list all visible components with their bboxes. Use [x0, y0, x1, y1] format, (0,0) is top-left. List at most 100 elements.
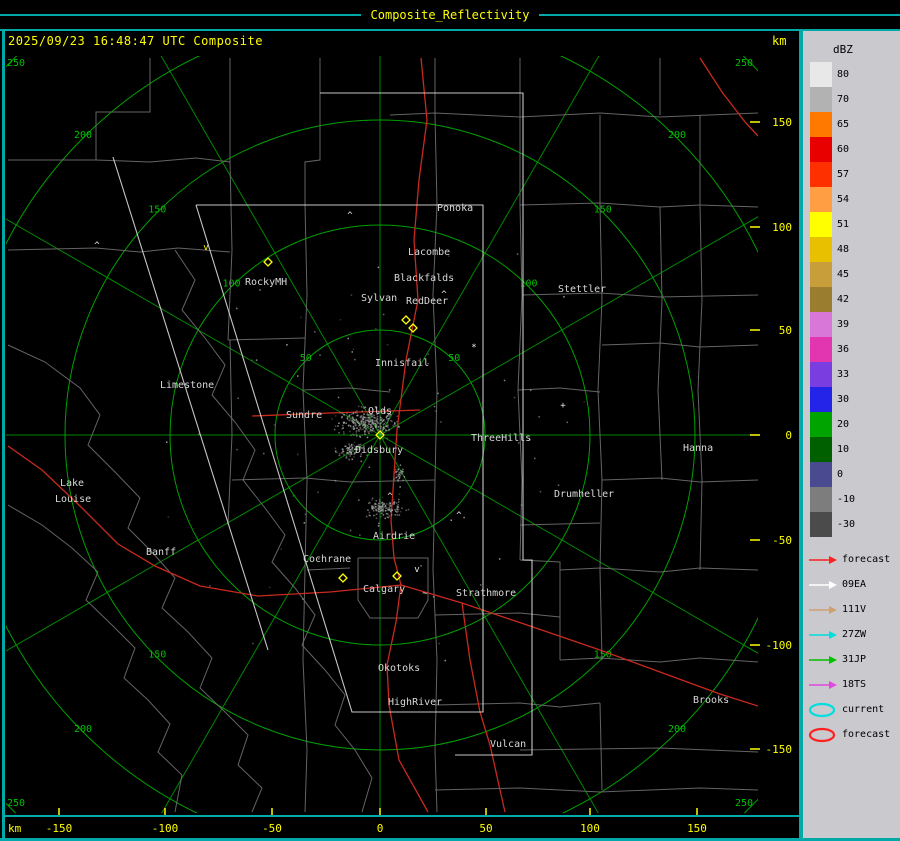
svg-text:250: 250 — [735, 58, 753, 69]
map-marker: ^ — [441, 290, 447, 300]
legend-label: 31JP — [842, 654, 867, 665]
city-label: ThreeHills — [471, 433, 531, 444]
colorbar-value: 33 — [837, 369, 850, 380]
city-label: Lacombe — [408, 247, 450, 258]
colorbar-swatch — [810, 412, 832, 437]
legend-item-111V: 111V — [803, 597, 900, 622]
colorbar-row: 48 — [803, 237, 900, 262]
legend-arrow-icon — [809, 555, 837, 564]
colorbar-swatch — [810, 87, 832, 112]
svg-text:200: 200 — [74, 130, 92, 141]
legend-ellipse-icon — [808, 727, 836, 742]
city-label: Strathmore — [456, 588, 516, 599]
legend-item-31JP: 31JP — [803, 647, 900, 672]
colorbar-title: dBZ — [833, 43, 853, 56]
city-label: Innisfail — [375, 358, 429, 369]
city-label: Ponoka — [437, 203, 473, 214]
colorbar-swatch — [810, 187, 832, 212]
colorbar-swatch — [810, 512, 832, 537]
colorbar-swatches: 80 70 65 60 57 54 51 48 45 42 39 36 33 30 20 10 0 -10 -30 — [803, 62, 900, 537]
colorbar-value: 70 — [837, 94, 850, 105]
colorbar-row: 54 — [803, 187, 900, 212]
city-label: Brooks — [693, 695, 729, 706]
colorbar-row: 42 — [803, 287, 900, 312]
x-axis-label: -100 — [152, 822, 179, 835]
legend-label: 18TS — [842, 679, 867, 690]
x-axis-label: -50 — [262, 822, 282, 835]
city-label: Limestone — [160, 380, 214, 391]
y-axis-label: -50 — [772, 534, 792, 547]
svg-text:250: 250 — [7, 58, 25, 69]
colorbar-swatch — [810, 287, 832, 312]
colorbar-row: 65 — [803, 112, 900, 137]
colorbar-swatch — [810, 337, 832, 362]
colorbar-row: 80 — [803, 62, 900, 87]
colorbar-row: 0 — [803, 462, 900, 487]
legend-item-27ZW: 27ZW — [803, 622, 900, 647]
radar-site-icon — [338, 573, 348, 583]
legend-label: current — [842, 704, 885, 715]
colorbar-value: 48 — [837, 244, 850, 255]
radar-viewer-window: Composite_Reflectivity 2025/09/23 16:48:… — [0, 0, 900, 841]
colorbar-value: 36 — [837, 344, 850, 355]
svg-text:150: 150 — [148, 204, 166, 215]
city-label: RockyMH — [245, 277, 287, 288]
map-marker: ^ — [94, 241, 100, 251]
legend-item-forecast: forecast — [803, 547, 900, 572]
y-axis-label: 150 — [772, 116, 792, 129]
y-axis-label: -100 — [766, 639, 793, 652]
map-marker: ~ — [422, 589, 428, 599]
colorbar-value: 60 — [837, 144, 850, 155]
legend-item-09EA: 09EA — [803, 572, 900, 597]
map-marker: * — [471, 343, 476, 353]
frame-left — [2, 31, 5, 841]
map-marker: ^ — [347, 211, 353, 221]
colorbar-swatch — [810, 487, 832, 512]
colorbar-swatch — [810, 62, 832, 87]
colorbar-row: 60 — [803, 137, 900, 162]
map-marker: + — [560, 401, 566, 411]
city-label: Sundre — [286, 410, 322, 421]
map-marker: ^ — [456, 511, 462, 521]
colorbar-row: 30 — [803, 387, 900, 412]
colorbar-value: 10 — [837, 444, 850, 455]
colorbar-row: 36 — [803, 337, 900, 362]
map-marker: ^ — [387, 492, 393, 502]
y-axis-label: 100 — [772, 221, 792, 234]
legend-arrow-icon — [809, 655, 837, 664]
legend-label: forecast — [842, 554, 891, 565]
km-unit-bottom: km — [8, 822, 22, 835]
city-label: Hanna — [683, 443, 713, 454]
x-axis-label: 100 — [580, 822, 600, 835]
colorbar-value: -10 — [837, 494, 856, 505]
city-label: Lake — [60, 478, 84, 489]
radar-map[interactable]: 50 50 100 100 150 150 150 150 200 200 200 200 250 250… — [0, 0, 800, 841]
x-axis-label: 150 — [687, 822, 707, 835]
map-marker: · — [284, 341, 289, 351]
svg-text:200: 200 — [668, 724, 686, 735]
legend-arrow-icon — [809, 630, 837, 639]
colorbar-swatch — [810, 137, 832, 162]
city-label: Banff — [146, 547, 176, 558]
colorbar-swatch — [810, 462, 832, 487]
city-label: Drumheller — [554, 489, 614, 500]
legend-label: 111V — [842, 604, 867, 615]
colorbar-value: 80 — [837, 69, 850, 80]
colorbar-swatch — [810, 237, 832, 262]
svg-text:150: 150 — [148, 650, 166, 661]
colorbar-row: 70 — [803, 87, 900, 112]
colorbar-row: 10 — [803, 437, 900, 462]
y-axis-label: 0 — [785, 429, 792, 442]
city-label: Olds — [368, 406, 392, 417]
x-axis-label: 0 — [377, 822, 384, 835]
colorbar-value: 39 — [837, 319, 850, 330]
colorbar-value: 51 — [837, 219, 850, 230]
city-label: Louise — [55, 494, 91, 505]
colorbar-row: 45 — [803, 262, 900, 287]
city-label: Airdrie — [373, 531, 415, 542]
colorbar-value: 54 — [837, 194, 850, 205]
colorbar-swatch — [810, 262, 832, 287]
colorbar-value: 30 — [837, 394, 850, 405]
frame-axis-top — [2, 815, 799, 817]
map-marker: v — [414, 565, 419, 575]
